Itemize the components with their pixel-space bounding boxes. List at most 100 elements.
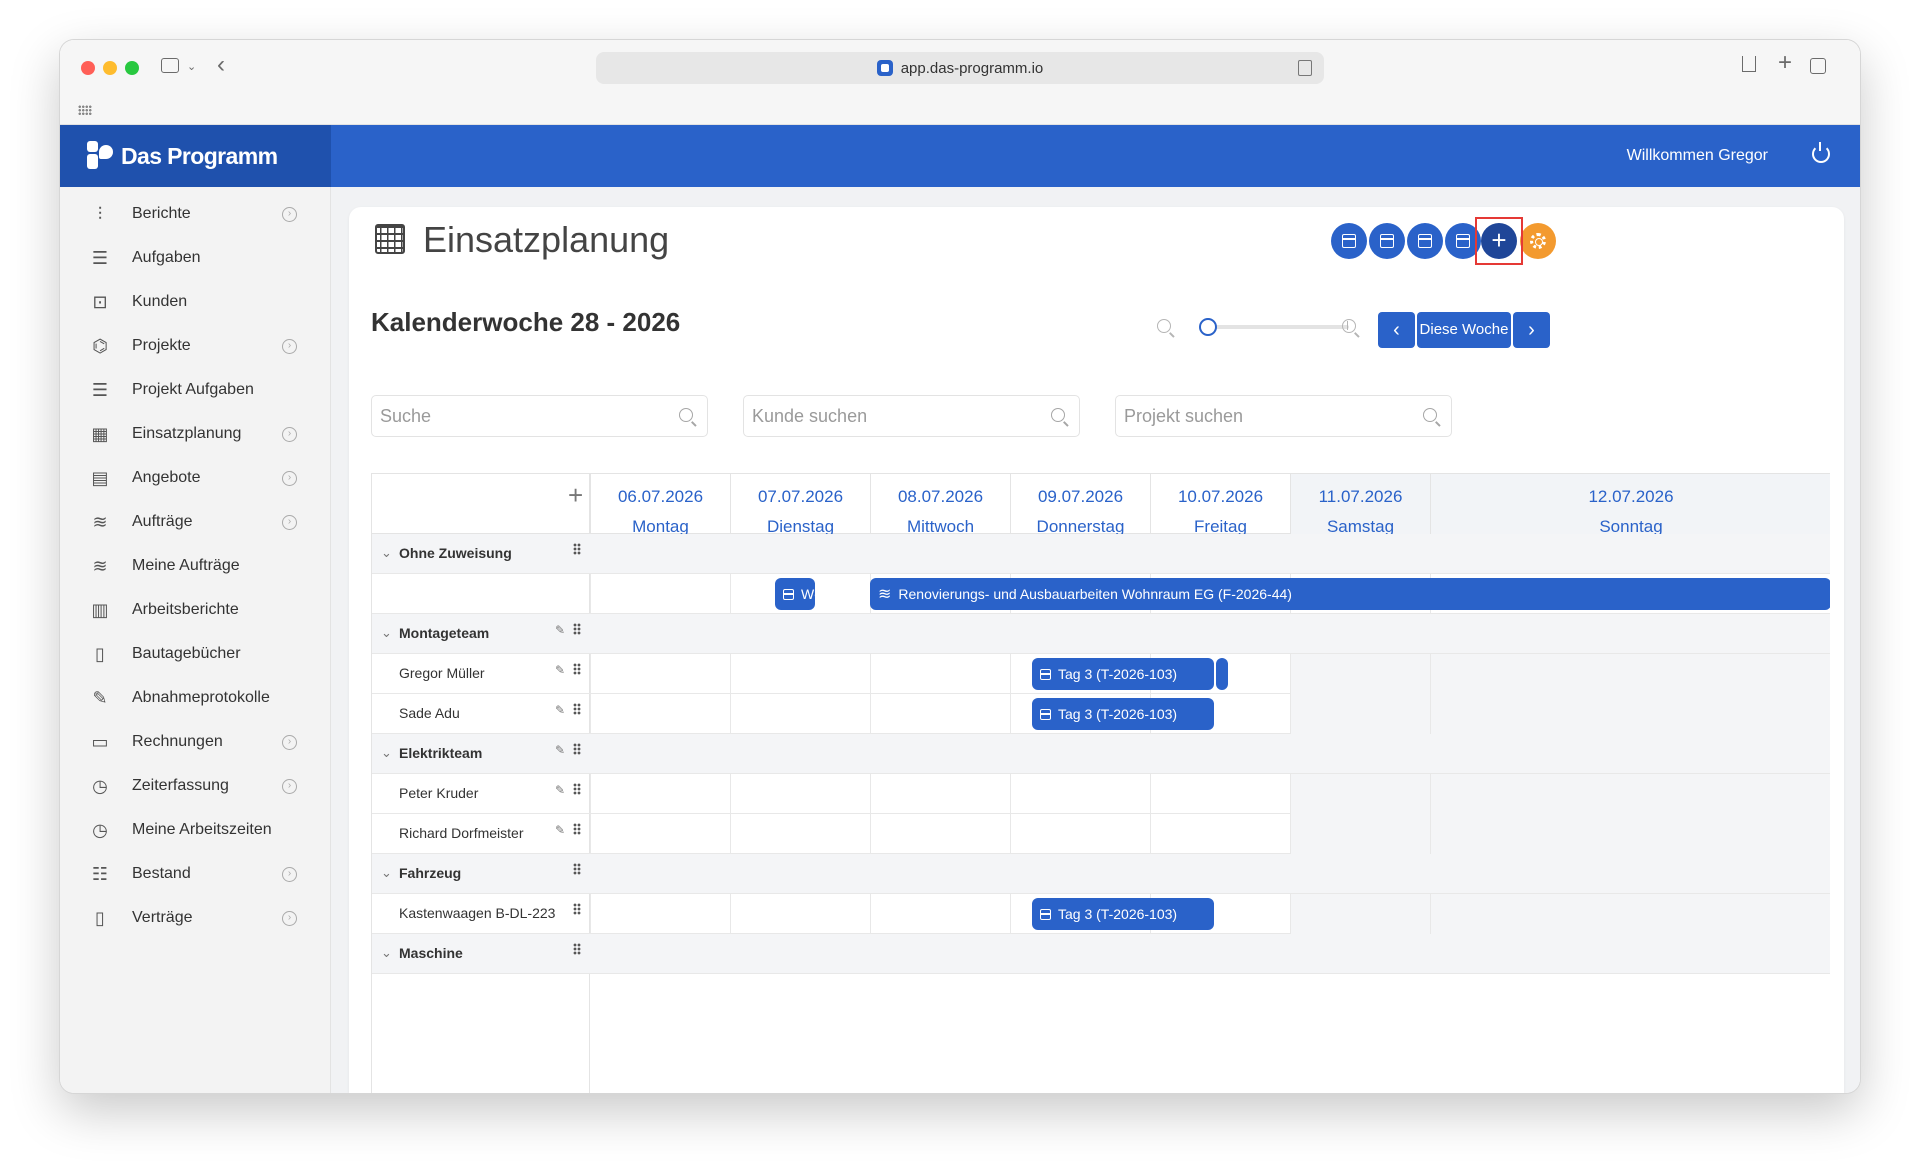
day-cell[interactable]	[730, 694, 870, 734]
zoom-in-icon[interactable]	[1342, 319, 1356, 333]
this-week-button[interactable]: Diese Woche	[1417, 312, 1511, 348]
drag-handle-icon[interactable]	[573, 943, 581, 955]
zoom-slider[interactable]	[1207, 325, 1349, 329]
chevron-right-icon[interactable]: ›	[282, 206, 297, 222]
day-cell[interactable]	[590, 814, 730, 854]
chevron-right-icon[interactable]: ›	[282, 910, 297, 926]
search-icon[interactable]	[1423, 408, 1437, 422]
search-icon[interactable]	[1051, 408, 1065, 422]
drag-handle-icon[interactable]	[573, 543, 581, 555]
edit-icon[interactable]: ✎	[555, 703, 565, 717]
minimize-window-button[interactable]	[103, 61, 117, 75]
day-cell[interactable]	[590, 694, 730, 734]
day-cell[interactable]	[590, 654, 730, 694]
day-cell[interactable]	[1430, 894, 1830, 934]
day-cell[interactable]	[1430, 814, 1830, 854]
day-header-montag[interactable]: 06.07.2026 Montag	[590, 474, 730, 536]
chevron-right-icon[interactable]: ›	[282, 778, 297, 794]
edit-icon[interactable]: ✎	[555, 783, 565, 797]
chevron-down-icon[interactable]: ⌄	[381, 545, 392, 561]
day-cell[interactable]	[730, 774, 870, 814]
day-header-freitag[interactable]: 10.07.2026 Freitag	[1150, 474, 1290, 536]
brand[interactable]: Das Programm	[60, 125, 331, 187]
chevron-right-icon[interactable]: ›	[282, 514, 297, 530]
month-view-button[interactable]	[1407, 223, 1443, 259]
day-cell[interactable]	[1290, 654, 1430, 694]
drag-handle-icon[interactable]	[573, 823, 581, 835]
day-cell[interactable]	[870, 774, 1010, 814]
edit-icon[interactable]: ✎	[555, 623, 565, 637]
unassigned-task-event[interactable]: Wö	[775, 578, 815, 610]
day-cell[interactable]	[1010, 814, 1150, 854]
chevron-right-icon[interactable]: ›	[282, 470, 297, 486]
day-cell[interactable]	[1290, 774, 1430, 814]
chevron-right-icon[interactable]: ›	[282, 338, 297, 354]
zoom-window-button[interactable]	[125, 61, 139, 75]
zoom-out-icon[interactable]	[1157, 319, 1171, 333]
day-header-dienstag[interactable]: 07.07.2026 Dienstag	[730, 474, 870, 536]
sidebar-toggle-icon[interactable]	[161, 58, 179, 73]
chevron-right-icon[interactable]: ›	[282, 426, 297, 442]
add-resource-button[interactable]: +	[568, 480, 583, 511]
day-cell[interactable]	[870, 814, 1010, 854]
drag-handle-icon[interactable]	[573, 663, 581, 675]
day-header-samstag[interactable]: 11.07.2026 Samstag	[1290, 474, 1430, 536]
drag-handle-icon[interactable]	[573, 903, 581, 915]
day-cell[interactable]	[730, 654, 870, 694]
general-search-input[interactable]	[380, 404, 660, 428]
address-bar[interactable]: app.das-programm.io	[596, 52, 1324, 84]
day-header-sonntag[interactable]: 12.07.2026 Sonntag	[1430, 474, 1830, 536]
day-view-button[interactable]	[1331, 223, 1367, 259]
overflow-event-stub[interactable]	[1216, 658, 1228, 690]
day-cell[interactable]	[1430, 774, 1830, 814]
drag-handle-icon[interactable]	[573, 623, 581, 635]
apps-grid-icon[interactable]	[78, 105, 92, 115]
drag-handle-icon[interactable]	[573, 783, 581, 795]
chevron-down-icon[interactable]: ⌄	[187, 57, 196, 77]
chevron-right-icon[interactable]: ›	[282, 734, 297, 750]
search-icon[interactable]	[679, 408, 693, 422]
day-cell[interactable]	[730, 814, 870, 854]
edit-icon[interactable]: ✎	[555, 743, 565, 757]
day-cell[interactable]	[730, 894, 870, 934]
project-search-input[interactable]	[1124, 404, 1404, 428]
day-cell[interactable]	[1150, 774, 1290, 814]
day-cell[interactable]	[1290, 814, 1430, 854]
tab-overview-icon[interactable]	[1810, 58, 1826, 74]
day-cell[interactable]	[870, 894, 1010, 934]
next-week-button[interactable]: ›	[1513, 312, 1550, 348]
day-cell[interactable]	[590, 574, 730, 614]
day-header-mittwoch[interactable]: 08.07.2026 Mittwoch	[870, 474, 1010, 536]
drag-handle-icon[interactable]	[573, 703, 581, 715]
day-header-donnerstag[interactable]: 09.07.2026 Donnerstag	[1010, 474, 1150, 536]
unassigned-order-event[interactable]: ≋ Renovierungs- und Ausbauarbeiten Wohnra…	[870, 578, 1830, 610]
day-cell[interactable]	[1430, 654, 1830, 694]
task-event-gregor[interactable]: Tag 3 (T-2026-103)	[1032, 658, 1214, 690]
week-view-button[interactable]	[1369, 223, 1405, 259]
new-tab-icon[interactable]: +	[1778, 51, 1792, 75]
share-icon[interactable]	[1742, 56, 1756, 72]
day-cell[interactable]	[1150, 814, 1290, 854]
day-cell[interactable]	[870, 654, 1010, 694]
day-cell[interactable]	[1290, 894, 1430, 934]
reader-icon[interactable]	[1298, 60, 1312, 76]
close-window-button[interactable]	[81, 61, 95, 75]
back-icon[interactable]: ‹	[217, 53, 225, 77]
chevron-down-icon[interactable]: ⌄	[381, 945, 392, 961]
day-cell[interactable]	[1430, 694, 1830, 734]
day-cell[interactable]	[1290, 694, 1430, 734]
sidebar-item-verträge[interactable]: ▯ Verträge ›	[60, 891, 331, 945]
edit-icon[interactable]: ✎	[555, 663, 565, 677]
customer-search-input[interactable]	[752, 404, 1032, 428]
day-cell[interactable]	[590, 774, 730, 814]
drag-handle-icon[interactable]	[573, 863, 581, 875]
zoom-slider-handle[interactable]	[1199, 318, 1217, 336]
day-cell[interactable]	[1010, 774, 1150, 814]
previous-week-button[interactable]: ‹	[1378, 312, 1415, 348]
drag-handle-icon[interactable]	[573, 743, 581, 755]
settings-button[interactable]	[1520, 223, 1556, 259]
logout-icon[interactable]	[1812, 142, 1830, 163]
chevron-right-icon[interactable]: ›	[282, 866, 297, 882]
chevron-down-icon[interactable]: ⌄	[381, 625, 392, 641]
chevron-down-icon[interactable]: ⌄	[381, 745, 392, 761]
